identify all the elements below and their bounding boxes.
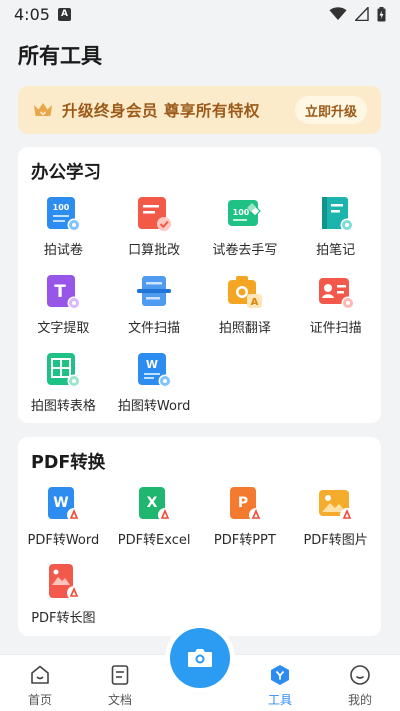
svg-text:P: P (238, 495, 248, 511)
math-check-icon (138, 197, 172, 231)
tool-text-extract[interactable]: T 文字提取 (18, 269, 109, 347)
tool-erase-handwriting[interactable]: 100 试卷去手写 (200, 191, 291, 269)
pdf-convert-section: PDF转换 W PDF转Word X PDF转Excel P PDF转PPT P… (18, 437, 381, 636)
tool-label: 口算批改 (128, 243, 181, 258)
photo-translate-icon: A (227, 276, 262, 308)
text-extract-icon: T (47, 275, 81, 310)
status-bar: 4:05 A (0, 0, 400, 28)
nav-item-documents[interactable]: 文档 (90, 663, 150, 708)
tool-label: 拍图转Word (117, 399, 191, 414)
tool-pdf-to-excel[interactable]: X PDF转Excel (109, 481, 200, 559)
vip-banner-text: 升级终身会员 尊享所有特权 (62, 102, 260, 120)
office-study-section: 办公学习 100 拍试卷 口算批改 100 试卷去手写 拍笔记 T 文字提取 文… (18, 147, 381, 423)
tool-label: 文件扫描 (128, 321, 181, 336)
svg-text:T: T (55, 282, 67, 302)
tool-math-check[interactable]: 口算批改 (109, 191, 200, 269)
id-scan-icon (318, 278, 355, 310)
tool-label: 试卷去手写 (212, 243, 278, 258)
nav-item-profile[interactable]: 我的 (330, 663, 390, 708)
pdf-to-excel-icon: X (139, 487, 173, 522)
nav-label: 文档 (107, 693, 132, 707)
tool-pdf-to-long-image[interactable]: PDF转长图 (18, 559, 109, 637)
profile-icon (350, 665, 370, 685)
erase-handwriting-icon: 100 (227, 200, 261, 226)
tool-label: PDF转PPT (213, 533, 276, 548)
camera-button[interactable] (170, 628, 230, 688)
nav-label: 我的 (347, 693, 372, 707)
pdf-to-ppt-icon: P (229, 487, 263, 522)
svg-text:W: W (54, 495, 69, 511)
note-photo-icon (321, 197, 354, 232)
tools-icon (271, 665, 289, 685)
page-title: 所有工具 (18, 44, 102, 68)
exam-photo-icon: 100 (47, 197, 81, 232)
tool-file-scan[interactable]: 文件扫描 (109, 269, 200, 347)
status-time: 4:05 (14, 4, 50, 24)
tool-pdf-to-image[interactable]: PDF转图片 (290, 481, 381, 559)
battery-charging-icon (377, 6, 386, 21)
notification-app-icon: A (57, 7, 71, 21)
signal-icon (355, 7, 369, 21)
nav-item-tools[interactable]: 工具 (250, 663, 310, 708)
tool-grid: 100 拍试卷 口算批改 100 试卷去手写 拍笔记 T 文字提取 文件扫描 A… (18, 191, 381, 425)
wifi-icon (329, 7, 347, 20)
tool-label: 拍照翻译 (218, 321, 271, 336)
vip-banner[interactable]: 升级终身会员 尊享所有特权 立即升级 (18, 86, 381, 134)
document-icon (111, 665, 129, 685)
tool-label: PDF转长图 (31, 611, 96, 626)
pdf-to-image-icon (318, 490, 354, 522)
svg-text:W: W (146, 358, 158, 371)
tool-label: 拍图转表格 (30, 399, 96, 414)
pdf-to-word-icon: W (48, 487, 82, 522)
tool-label: PDF转Excel (117, 533, 191, 548)
section-title: PDF转换 (31, 453, 106, 473)
nav-item-home[interactable]: 首页 (10, 663, 70, 708)
tool-pdf-to-word[interactable]: W PDF转Word (18, 481, 109, 559)
home-icon (31, 665, 49, 684)
tool-image-to-table[interactable]: 拍图转表格 (18, 347, 109, 425)
nav-label: 首页 (27, 693, 52, 707)
tool-label: PDF转Word (27, 533, 100, 548)
tool-photo-translate[interactable]: A 拍照翻译 (200, 269, 291, 347)
file-scan-icon (137, 276, 172, 306)
nav-label: 工具 (267, 693, 292, 707)
section-title: 办公学习 (31, 163, 101, 183)
status-indicators (329, 6, 386, 22)
svg-text:X: X (147, 495, 158, 511)
svg-text:100: 100 (233, 208, 250, 217)
tool-image-to-word[interactable]: W 拍图转Word (109, 347, 200, 425)
tool-label: 拍试卷 (43, 243, 83, 258)
image-to-word-icon: W (138, 353, 172, 388)
camera-icon (188, 649, 212, 667)
svg-text:100: 100 (53, 203, 70, 212)
tool-id-scan[interactable]: 证件扫描 (290, 269, 381, 347)
crown-icon (34, 103, 52, 116)
tool-label: 证件扫描 (309, 321, 362, 336)
tool-label: 拍笔记 (316, 243, 356, 258)
tool-exam-photo[interactable]: 100 拍试卷 (18, 191, 109, 269)
tool-pdf-to-ppt[interactable]: P PDF转PPT (200, 481, 291, 559)
svg-text:A: A (251, 297, 259, 308)
tool-note-photo[interactable]: 拍笔记 (290, 191, 381, 269)
image-to-table-icon (47, 353, 81, 388)
upgrade-now-button[interactable]: 立即升级 (294, 96, 367, 124)
tool-grid: W PDF转Word X PDF转Excel P PDF转PPT PDF转图片 … (18, 481, 381, 637)
tool-label: 文字提取 (37, 321, 90, 336)
pdf-to-long-image-icon (49, 564, 82, 600)
tool-label: PDF转图片 (303, 533, 368, 548)
